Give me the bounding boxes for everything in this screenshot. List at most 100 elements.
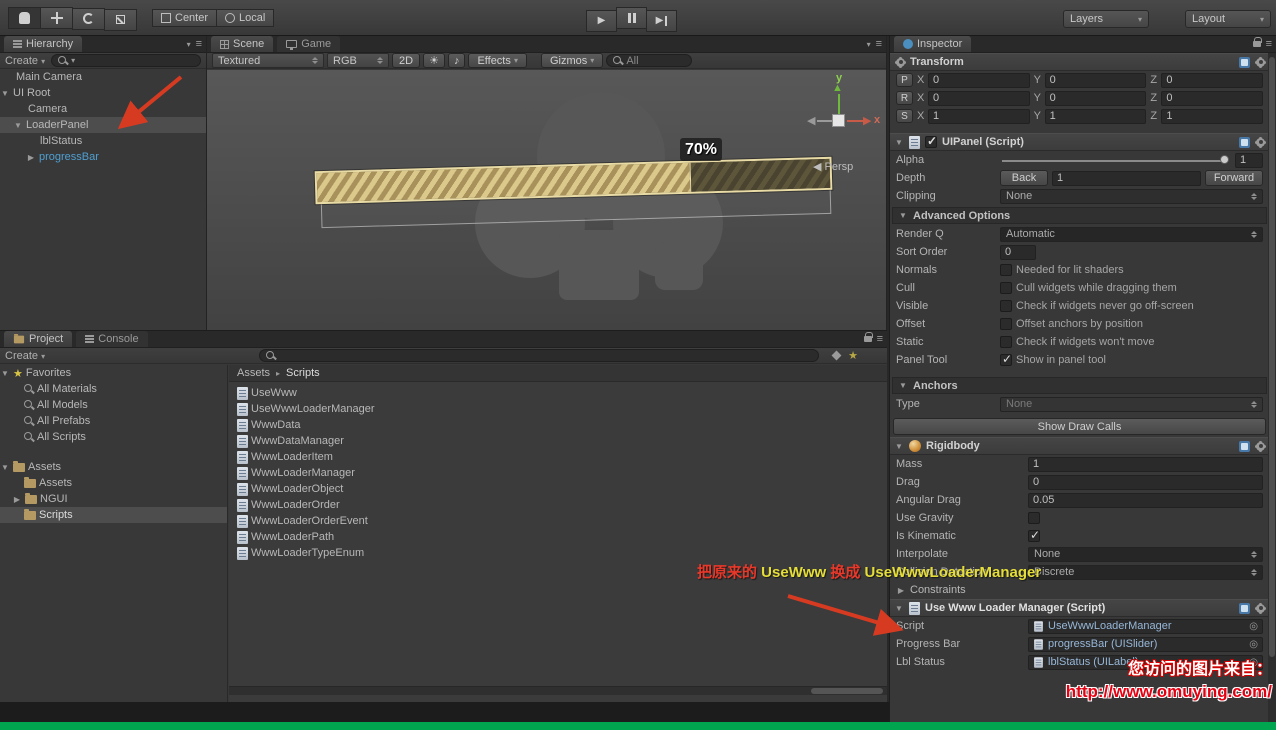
depth-value-field[interactable]: 1 — [1052, 170, 1201, 186]
mass-field[interactable]: 1 — [1028, 456, 1263, 472]
lock-icon[interactable] — [863, 332, 873, 342]
gear-icon[interactable] — [1256, 603, 1265, 613]
project-create-button[interactable]: Create ▾ — [5, 350, 45, 362]
file-item[interactable]: WwwLoaderTypeEnum — [237, 545, 887, 561]
uipanel-header[interactable]: ▼ ✓ UIPanel (Script) — [890, 133, 1269, 151]
constraints-row[interactable]: ▶ Constraints — [890, 581, 1269, 599]
sort-order-field[interactable]: 0 — [1000, 244, 1036, 260]
axis-cube-icon[interactable] — [832, 114, 845, 127]
foldout-icon[interactable]: ▼ — [13, 121, 23, 130]
scene-search-input[interactable]: All — [606, 54, 693, 67]
folder-scripts[interactable]: Scripts — [0, 507, 227, 523]
pivot-center-button[interactable]: Center — [152, 9, 218, 27]
foldout-icon[interactable]: ▼ — [0, 369, 10, 378]
rigidbody-header[interactable]: ▼ Rigidbody — [890, 437, 1269, 455]
alpha-slider[interactable] — [1000, 153, 1231, 167]
dock-arrow-icon[interactable]: ▾ — [187, 40, 191, 49]
position-y-field[interactable]: 0 — [1044, 72, 1147, 88]
file-item[interactable]: WwwLoaderManager — [237, 465, 887, 481]
render-q-dropdown[interactable]: Automatic — [1000, 226, 1263, 242]
foldout-icon[interactable]: ▼ — [894, 442, 904, 451]
slider-knob[interactable] — [1220, 155, 1229, 164]
rotate-tool-button[interactable] — [72, 7, 105, 30]
hierarchy-item-camera[interactable]: Camera — [0, 101, 206, 117]
favorites-all-prefabs[interactable]: All Prefabs — [0, 413, 227, 429]
show-draw-calls-button[interactable]: Show Draw Calls — [893, 418, 1266, 435]
scale-z-field[interactable]: 1 — [1161, 108, 1264, 124]
gear-icon[interactable] — [1256, 57, 1265, 67]
breadcrumb-assets[interactable]: Assets — [237, 367, 270, 379]
hierarchy-item-lblstatus[interactable]: lblStatus — [0, 133, 206, 149]
file-item[interactable]: WwwLoaderOrderEvent — [237, 513, 887, 529]
file-item[interactable]: WwwLoaderItem — [237, 449, 887, 465]
tab-hierarchy[interactable]: Hierarchy — [4, 36, 83, 52]
tab-project[interactable]: Project — [4, 331, 73, 347]
help-icon[interactable] — [1239, 136, 1250, 148]
dock-arrow-icon[interactable]: ▾ — [867, 40, 871, 49]
toggle-2d-button[interactable]: 2D — [392, 53, 421, 68]
scrollbar-thumb[interactable] — [1269, 57, 1275, 657]
normals-checkbox[interactable] — [1000, 264, 1012, 276]
clipping-dropdown[interactable]: None — [1000, 188, 1263, 204]
position-z-field[interactable]: 0 — [1161, 72, 1264, 88]
anchors-foldout[interactable]: ▼ Anchors — [892, 377, 1267, 394]
uipanel-enabled-checkbox[interactable]: ✓ — [925, 134, 937, 148]
cull-checkbox[interactable] — [1000, 282, 1012, 294]
advanced-options-foldout[interactable]: ▼ Advanced Options — [892, 207, 1267, 224]
hand-tool-button[interactable] — [8, 7, 41, 29]
search-favorites-icon[interactable]: ★ — [848, 349, 858, 362]
shading-mode-dropdown[interactable]: Textured — [212, 53, 324, 68]
folder-assets[interactable]: Assets — [0, 475, 227, 491]
pause-button[interactable] — [616, 7, 647, 29]
depth-back-button[interactable]: Back — [1000, 170, 1048, 186]
collision-detection-dropdown[interactable]: Discrete — [1028, 564, 1263, 580]
visible-checkbox[interactable] — [1000, 300, 1012, 312]
help-icon[interactable] — [1239, 56, 1250, 68]
move-tool-button[interactable] — [40, 7, 73, 29]
loader-script-header[interactable]: ▼ Use Www Loader Manager (Script) — [890, 599, 1269, 617]
favorites-root[interactable]: ▼ ★ Favorites — [0, 365, 227, 381]
file-item[interactable]: WwwLoaderPath — [237, 529, 887, 545]
rotation-button[interactable]: R — [896, 91, 913, 105]
tab-game[interactable]: Game — [277, 36, 341, 52]
use-gravity-checkbox[interactable] — [1028, 512, 1040, 524]
lock-icon[interactable] — [1252, 37, 1262, 47]
foldout-icon[interactable]: ▶ — [896, 586, 906, 595]
file-item[interactable]: WwwData — [237, 417, 887, 433]
gear-icon[interactable] — [1256, 441, 1265, 451]
foldout-icon[interactable]: ▼ — [898, 211, 908, 220]
tab-scene[interactable]: Scene — [211, 36, 274, 52]
play-button[interactable]: ▶ — [586, 9, 617, 32]
foldout-icon[interactable]: ▼ — [0, 89, 10, 98]
panel-menu-icon[interactable]: ≡ — [1266, 38, 1272, 50]
object-picker-icon[interactable]: ◎ — [1249, 639, 1258, 650]
panel-menu-icon[interactable]: ≡ — [876, 38, 882, 50]
scene-axis-gizmo[interactable]: y ▲ ▶ x ◀ ◀ Persp — [805, 72, 885, 173]
rotation-y-field[interactable]: 0 — [1044, 90, 1147, 106]
foldout-icon[interactable]: ▶ — [12, 495, 22, 504]
file-item[interactable]: UseWww — [237, 385, 887, 401]
scene-viewport[interactable]: 70% y ▲ ▶ x ◀ ◀ Persp — [207, 70, 886, 330]
hierarchy-item-ui-root[interactable]: ▼ UI Root — [0, 85, 206, 101]
hierarchy-item-progressbar[interactable]: ▶ progressBar — [0, 149, 206, 165]
project-search-input[interactable] — [259, 349, 820, 362]
panel-tool-checkbox[interactable]: ✓ — [1000, 352, 1012, 366]
file-item[interactable]: WwwLoaderOrder — [237, 497, 887, 513]
favorites-all-materials[interactable]: All Materials — [0, 381, 227, 397]
hierarchy-search-input[interactable]: ▾ — [51, 54, 201, 67]
rotation-x-field[interactable]: 0 — [928, 90, 1030, 106]
effects-dropdown[interactable]: Effects ▾ — [468, 53, 527, 68]
scale-y-field[interactable]: 1 — [1044, 108, 1147, 124]
scene-lighting-button[interactable]: ☀ — [423, 53, 445, 68]
tab-inspector[interactable]: Inspector — [894, 36, 972, 52]
script-object-field[interactable]: UseWwwLoaderManager ◎ — [1028, 618, 1263, 634]
hierarchy-item-main-camera[interactable]: Main Camera — [0, 69, 206, 85]
rotation-z-field[interactable]: 0 — [1161, 90, 1264, 106]
is-kinematic-checkbox[interactable]: ✓ — [1028, 528, 1040, 542]
static-checkbox[interactable] — [1000, 336, 1012, 348]
panel-menu-icon[interactable]: ≡ — [196, 38, 202, 50]
depth-forward-button[interactable]: Forward — [1205, 170, 1263, 186]
help-icon[interactable] — [1239, 440, 1250, 452]
offset-checkbox[interactable] — [1000, 318, 1012, 330]
scale-x-field[interactable]: 1 — [928, 108, 1030, 124]
